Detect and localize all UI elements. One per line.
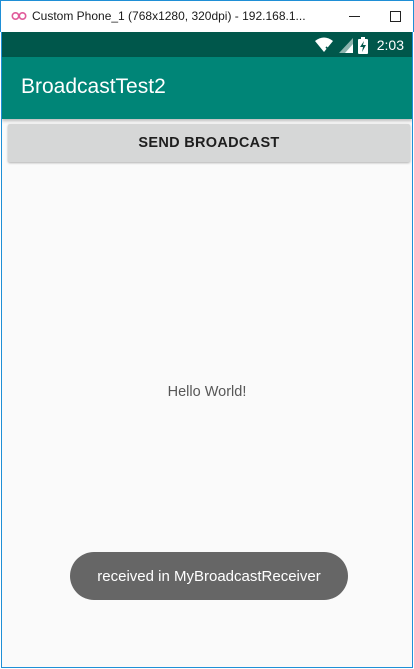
window-title: Custom Phone_1 (768x1280, 320dpi) - 192.… (32, 9, 306, 23)
send-broadcast-button[interactable]: SEND BROADCAST (8, 124, 410, 162)
minimize-icon (348, 15, 360, 17)
battery-charging-icon (357, 36, 368, 54)
toast-message: received in MyBroadcastReceiver (70, 552, 348, 600)
hello-world-text: Hello World! (167, 384, 247, 400)
status-bar: 2:03 (2, 32, 412, 57)
maximize-button[interactable] (381, 4, 409, 28)
infinity-logo-icon (11, 11, 27, 21)
window-titlebar: Custom Phone_1 (768x1280, 320dpi) - 192.… (0, 0, 414, 32)
status-icons: 2:03 (314, 35, 404, 55)
signal-icon (338, 37, 353, 53)
wifi-icon (314, 37, 333, 52)
minimize-button[interactable] (340, 4, 368, 28)
app-bar: BroadcastTest2 (2, 57, 412, 119)
maximize-icon (389, 10, 401, 22)
app-title: BroadcastTest2 (21, 75, 166, 98)
status-time: 2:03 (376, 37, 404, 53)
device-screen: 2:03 BroadcastTest2 SEND BROADCAST Hello… (1, 32, 413, 668)
